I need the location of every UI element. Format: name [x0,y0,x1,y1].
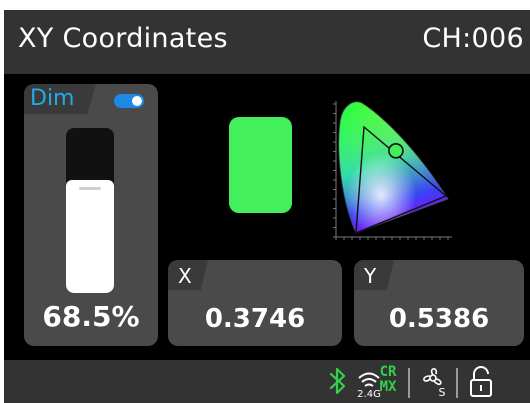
cie-chromaticity-diagram[interactable] [328,93,454,243]
crmx-icon: CR MX [374,365,402,395]
status-bar: 2.4G CR MX S [4,360,530,403]
x-value: 0.3746 [204,304,306,334]
channel-indicator: CH:006 [422,23,524,54]
dim-panel[interactable]: Dim 68.5% [24,84,158,346]
crmx-line-1: CR [379,364,397,380]
y-value: 0.5386 [388,304,490,334]
x-coordinate-panel[interactable]: X 0.3746 [168,260,342,346]
fan-icon: S [423,368,446,398]
dim-slider-fill [66,179,114,293]
y-coordinate-panel[interactable]: Y 0.5386 [354,260,524,346]
dim-slider-handle[interactable] [79,186,101,190]
dim-toggle-switch[interactable] [114,94,144,108]
lock-icon[interactable] [466,364,496,400]
bluetooth-icon [329,367,346,395]
status-divider [408,368,410,398]
color-preview-swatch [229,117,292,213]
header-bar: XY Coordinates CH:006 [4,10,530,74]
cie-gamut [338,101,448,234]
page-title: XY Coordinates [18,23,228,54]
dim-label: Dim [30,86,75,111]
x-label: X [178,264,192,288]
dim-value: 68.5% [42,300,140,333]
crmx-line-2: MX [379,379,397,395]
y-label: Y [364,264,377,288]
dim-slider[interactable] [66,128,114,293]
toggle-knob [132,96,142,106]
status-divider [456,368,458,398]
color-point-marker[interactable] [388,142,404,159]
fan-mode-label: S [439,386,446,398]
device-screen: XY Coordinates CH:006 Dim 68.5% X 0.3746… [4,10,530,403]
